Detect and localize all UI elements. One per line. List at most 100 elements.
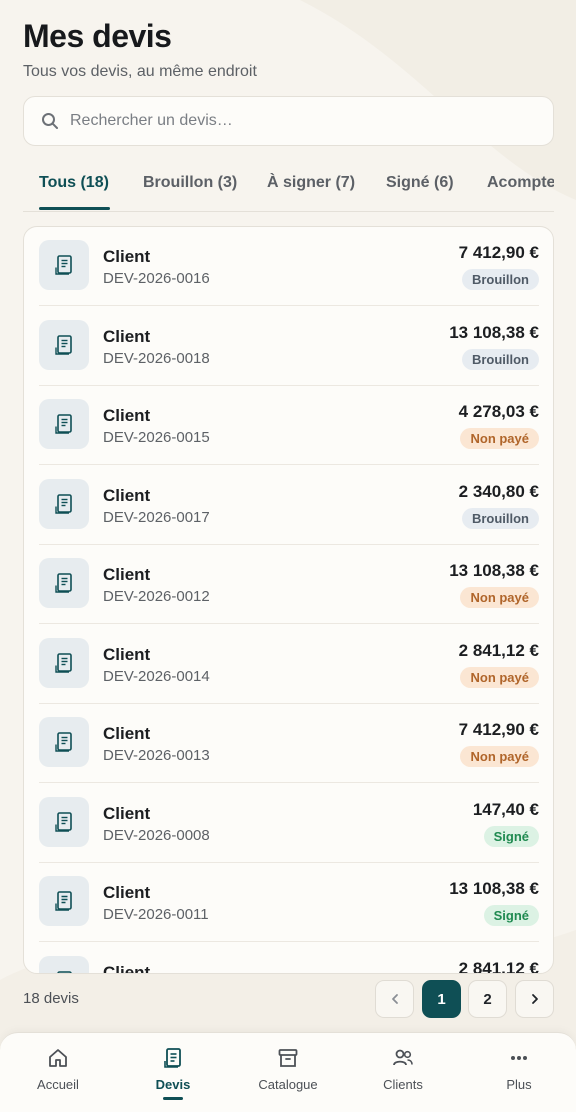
more-dots-icon [511,1056,527,1060]
quote-icon-tile [39,637,89,688]
search-bar[interactable] [23,96,554,146]
quote-reference: DEV-2026-0015 [103,429,210,446]
status-badge: Signé [483,825,539,847]
quote-client: Client [103,247,151,266]
quote-reference: DEV-2026-0008 [103,826,210,844]
archive-box-icon [278,1049,298,1067]
status-badge: Non payé [460,428,539,449]
quote-document-icon [55,255,72,275]
quote-amount: 2 841,12 € [458,958,539,974]
status-tabs: Tous (18) Brouillon (3) À signer (7) Sig… [23,162,554,212]
quote-client: Client [103,326,151,346]
next-page-button[interactable] [515,980,554,1018]
quote-icon-tile [39,796,89,847]
quote-client: Client [103,644,151,664]
status-badge: Non payé [460,666,539,688]
quote-client: Client [103,803,151,823]
quote-reference: DEV-2026-0012 [103,588,210,605]
quote-icon-tile [39,717,89,767]
quote-document-icon [55,811,72,832]
quote-amount: 2 340,80 € [458,481,539,501]
quote-row[interactable]: Client DEV-2026-0013 7 412,90 € Non payé [39,704,539,783]
quote-icon-tile [39,478,89,529]
status-badge: Brouillon [461,507,539,529]
tab-signed[interactable]: Signé (6) [386,174,454,192]
quote-amount: 13 108,38 € [449,322,539,342]
quote-icon-tile [39,240,89,290]
page-header: Mes devis Tous vos devis, au même endroi… [23,18,257,81]
quote-row[interactable]: Client DEV-2026-0016 7 412,90 € Brouillon [39,227,539,306]
quote-icon-tile [39,319,89,370]
quote-document-icon [55,891,72,911]
nav-item-label: Devis [155,1077,191,1092]
quote-document-icon [55,573,72,593]
page-subtitle: Tous vos devis, au même endroit [23,63,257,80]
quote-row[interactable]: Client DEV-2026-0015 4 278,03 € Non payé [39,386,539,465]
quote-amount: 13 108,38 € [449,561,539,580]
quote-amount: 147,40 € [472,799,539,819]
quote-document-icon [55,334,72,355]
quote-amount: 7 412,90 € [458,720,539,739]
status-badge: Non payé [460,746,539,767]
search-input[interactable] [70,112,510,130]
quote-reference: DEV-2026-0016 [103,270,210,287]
home-icon [49,1049,67,1067]
page-title: Mes devis [23,18,172,54]
quote-reference: DEV-2026-0017 [103,508,210,526]
page-button-1[interactable]: 1 [422,980,461,1018]
quote-row[interactable]: Client DEV-2026-0017 2 340,80 € Brouillon [39,466,539,545]
bottom-navigation: Accueil Devis Catalogue Clients Plus [0,1032,576,1112]
tab-all[interactable]: Tous (18) [39,174,109,192]
quote-row[interactable]: Client DEV-2026-0018 13 108,38 € Brouillon [39,307,539,386]
status-badge: Brouillon [461,269,539,290]
nav-item-label: Clients [383,1077,423,1092]
quote-client: Client [103,485,151,505]
quote-amount: 2 841,12 € [458,640,539,660]
quote-reference: DEV-2026-0013 [103,747,210,764]
nav-item-label: Accueil [37,1077,79,1092]
tab-to-sign[interactable]: À signer (7) [267,174,355,192]
status-badge: Brouillon [461,348,539,370]
status-badge: Signé [483,905,539,926]
nav-item-quotes[interactable]: Devis [123,1047,223,1092]
quote-row[interactable]: Client DEV-2026-0012 13 108,38 € Non payé [39,545,539,624]
quote-reference: DEV-2026-0014 [103,667,210,685]
status-badge: Non payé [460,587,539,608]
quote-icon-tile [39,955,89,973]
nav-item-home[interactable]: Accueil [8,1047,108,1092]
quote-reference: DEV-2026-0018 [103,349,210,367]
quote-document-icon [55,414,72,434]
quote-amount: 13 108,38 € [449,879,539,898]
quote-document-icon [164,1048,181,1068]
quote-reference: DEV-2026-0011 [103,906,209,923]
nav-item-clients[interactable]: Clients [353,1047,453,1092]
active-nav-indicator [163,1097,183,1100]
active-tab-indicator [39,207,110,210]
tab-deposit[interactable]: Acompte [487,174,554,192]
quote-document-icon [57,970,72,973]
nav-item-more[interactable]: Plus [469,1047,569,1092]
quote-icon-tile [39,876,89,926]
quote-document-icon [55,493,72,514]
tab-draft[interactable]: Brouillon (3) [143,174,237,192]
search-icon [42,113,58,129]
quote-icon-tile [39,558,89,608]
quote-row[interactable]: Client DEV-2026-0008 147,40 € Signé [39,784,539,863]
quote-client: Client [103,883,151,902]
quote-row[interactable]: Client DEV-2026-0014 2 841,12 € Non payé [39,625,539,704]
page-button-2[interactable]: 2 [468,980,507,1018]
quote-count: 18 devis [23,990,79,1007]
nav-item-catalogue[interactable]: Catalogue [238,1047,338,1092]
quote-row[interactable]: Client DEV-2026-0011 13 108,38 € Signé [39,863,539,942]
quote-client: Client [103,962,151,974]
quote-row[interactable]: Client 2 841,12 € [39,943,539,974]
previous-page-button[interactable] [375,980,414,1018]
quote-client: Client [103,724,151,743]
nav-item-label: Plus [506,1077,532,1092]
quote-amount: 4 278,03 € [458,402,539,421]
quote-document-icon [55,652,72,673]
quote-document-icon [55,732,72,752]
quote-list: Client DEV-2026-0016 7 412,90 € Brouillon Cl… [23,226,554,974]
chevron-right-icon [531,994,538,1004]
quote-icon-tile [39,399,89,449]
